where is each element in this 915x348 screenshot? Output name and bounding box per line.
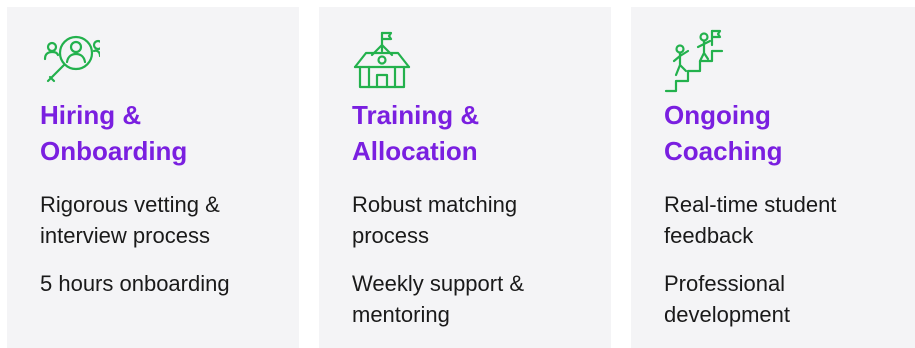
card-item: Rigorous vetting & interview process (40, 192, 220, 248)
card-hiring-onboarding: Hiring & Onboarding Rigorous vetting & i… (7, 7, 299, 348)
people-search-icon (43, 35, 100, 83)
card-item: Weekly support & mentoring (352, 271, 525, 327)
card-item: Real-time student feedback (664, 192, 837, 248)
card-title: Hiring & Onboarding (40, 100, 188, 166)
card-title: Ongoing Coaching (664, 100, 783, 166)
card-item: 5 hours onboarding (40, 271, 230, 296)
card-item: Professional development (664, 271, 790, 327)
card-ongoing-coaching: Ongoing Coaching Real-time student feedb… (631, 7, 915, 348)
card-item: Robust matching process (352, 192, 518, 248)
schoolhouse-icon (353, 31, 411, 89)
card-training-allocation: Training & Allocation Robust matching pr… (319, 7, 611, 348)
card-title: Training & Allocation (352, 100, 480, 166)
climbing-stairs-icon (664, 29, 724, 93)
